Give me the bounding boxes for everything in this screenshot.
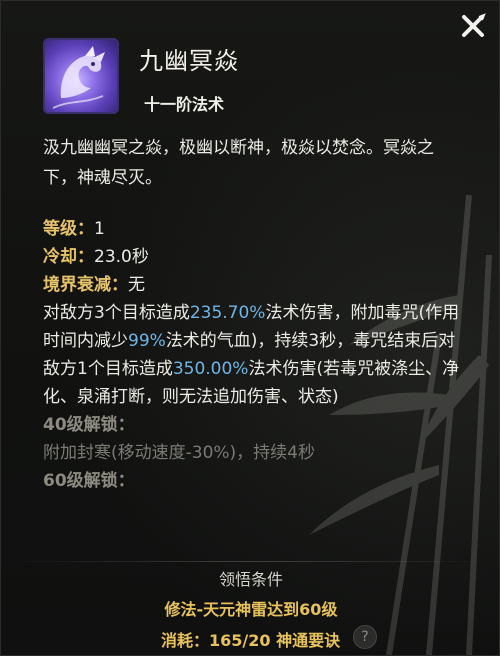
realm-decay-value: 无 [128,275,145,295]
effect-damage-2: 350.00% [172,359,249,379]
divider [5,561,495,562]
unlock-40-text: 附加封寒(移动速度-30%)，持续4秒 [43,443,315,463]
close-icon[interactable] [459,13,487,41]
unlock-60-title: 60级解锁： [43,471,135,491]
level-value: 1 [94,219,105,239]
realm-decay-row: 境界衰减：无 [43,271,465,299]
cooldown-value: 23.0秒 [94,247,149,267]
skill-stats: 等级：1 冷却：23.0秒 境界衰减：无 对敌方3个目标造成235.70%法术伤… [43,215,465,495]
realm-decay-label: 境界衰减： [43,275,128,295]
skill-name: 九幽冥焱 [139,47,239,75]
cooldown-label: 冷却： [43,247,94,267]
skill-tier: 十一阶法术 [144,95,225,114]
cooldown-row: 冷却：23.0秒 [43,243,465,271]
condition-requirement: 修法-天元神雷达到60级 [164,600,338,619]
level-label: 等级： [43,219,94,239]
question-icon[interactable]: ? [353,625,377,649]
condition-cost: 消耗：165/20 神通要诀 [161,631,341,650]
condition-title: 领悟条件 [218,570,283,589]
dragon-skill-icon [43,38,119,114]
effect-text-1: 对敌方3个目标造成 [43,303,190,323]
skill-tooltip-panel: 九幽冥焱 十一阶法术 汲九幽幽冥之焱，极幽以断神，极焱以焚念。冥焱之下，神魂尽灭… [0,0,500,656]
skill-description: 汲九幽幽冥之焱，极幽以断神，极焱以焚念。冥焱之下，神魂尽灭。 [43,138,434,188]
skill-effect: 对敌方3个目标造成235.70%法术伤害，附加毒咒(作用时间内减少99%法术的气… [43,299,465,411]
level-row: 等级：1 [43,215,465,243]
unlock-40-title: 40级解锁： [43,415,135,435]
effect-damage-1: 235.70% [189,303,266,323]
effect-heal-reduction: 99% [128,331,166,351]
